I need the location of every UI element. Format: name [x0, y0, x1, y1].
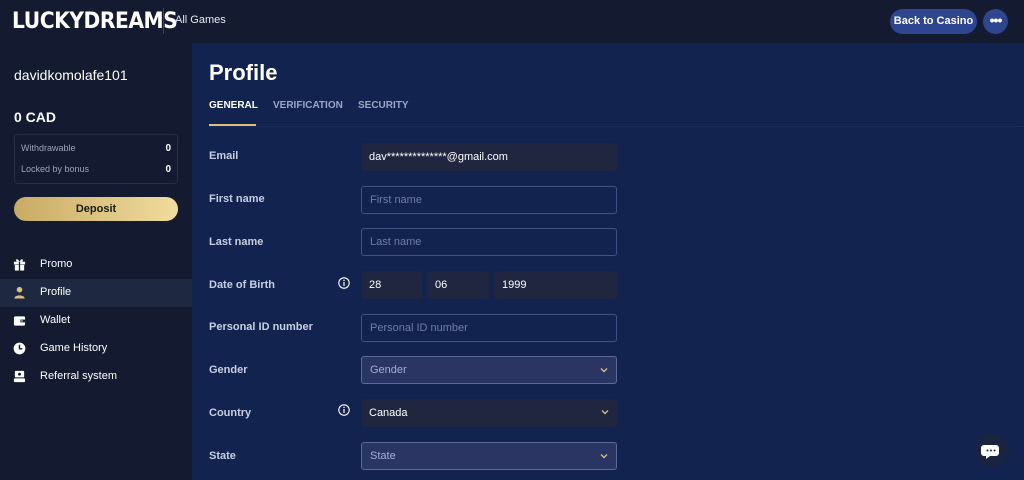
tab-security[interactable]: SECURITY — [358, 100, 409, 111]
first-name-label: First name — [209, 193, 265, 205]
dob-label: Date of Birth — [209, 279, 275, 291]
wallet-icon — [13, 316, 26, 326]
deposit-button[interactable]: Deposit — [14, 197, 178, 221]
dob-day-field[interactable]: 28 — [361, 271, 422, 299]
gift-icon — [13, 259, 26, 271]
sidebar-item-label: Wallet — [40, 314, 71, 326]
tabs-divider — [209, 126, 1023, 127]
top-bar: LUCKYDREAMS All Games Back to Casino ••• — [0, 0, 1024, 43]
sidebar-item-label: Referral system — [40, 370, 118, 382]
locked-row: Locked by bonus 0 — [21, 164, 171, 182]
balance-details: Withdrawable 0 Locked by bonus 0 — [14, 134, 178, 184]
sidebar-item-label: Promo — [40, 258, 73, 270]
balance: 0 CAD — [14, 109, 57, 125]
sidebar: davidkomolafe101 0 CAD Withdrawable 0 Lo… — [0, 43, 192, 480]
last-name-field[interactable]: Last name — [361, 228, 617, 256]
withdrawable-label: Withdrawable — [21, 143, 76, 153]
sidebar-item-label: Profile — [40, 286, 72, 298]
gender-select[interactable]: Gender — [361, 356, 617, 384]
chevron-down-icon — [601, 410, 609, 415]
sidebar-item-game-history[interactable]: Game History — [0, 335, 192, 363]
sidebar-item-label: Game History — [40, 342, 108, 354]
withdrawable-value: 0 — [165, 143, 171, 154]
personal-id-label: Personal ID number — [209, 321, 313, 333]
state-select[interactable]: State — [361, 442, 617, 470]
chevron-down-icon — [600, 454, 608, 459]
info-icon[interactable] — [338, 277, 350, 289]
sidebar-item-referral-system[interactable]: Referral system — [0, 363, 192, 391]
personal-id-field[interactable]: Personal ID number — [361, 314, 617, 342]
email-field[interactable]: dav**************@gmail.com — [361, 143, 617, 171]
tab-verification[interactable]: VERIFICATION — [273, 100, 343, 111]
last-name-label: Last name — [209, 236, 264, 248]
all-games-link[interactable]: All Games — [175, 14, 226, 26]
country-select-value: Canada — [369, 407, 408, 419]
sidebar-item-promo[interactable]: Promo — [0, 251, 192, 279]
sidebar-nav: Promo Profile Wallet Game History Referr… — [0, 251, 192, 391]
logo[interactable]: LUCKYDREAMS — [12, 9, 178, 35]
country-select[interactable]: Canada — [361, 399, 617, 427]
clock-icon — [13, 342, 26, 355]
main-content: Profile GENERAL VERIFICATION SECURITY Em… — [192, 43, 1024, 480]
divider — [163, 8, 164, 34]
referral-icon — [13, 370, 26, 383]
chat-support-button[interactable] — [975, 433, 1009, 467]
tab-general[interactable]: GENERAL — [209, 100, 258, 111]
email-label: Email — [209, 150, 239, 162]
back-to-casino-button[interactable]: Back to Casino — [890, 9, 977, 34]
info-icon[interactable] — [338, 404, 350, 416]
page-title: Profile — [209, 60, 278, 85]
gender-select-value: Gender — [370, 364, 407, 376]
chevron-down-icon — [600, 368, 608, 373]
username: davidkomolafe101 — [14, 67, 128, 83]
sidebar-item-profile[interactable]: Profile — [0, 279, 192, 307]
sidebar-item-wallet[interactable]: Wallet — [0, 307, 192, 335]
chat-icon — [981, 445, 999, 459]
more-options-button[interactable]: ••• — [983, 9, 1008, 34]
dob-month-field[interactable]: 06 — [427, 271, 489, 299]
dob-year-field[interactable]: 1999 — [494, 271, 617, 299]
locked-label: Locked by bonus — [21, 164, 90, 174]
first-name-field[interactable]: First name — [361, 186, 617, 214]
locked-value: 0 — [165, 164, 171, 175]
state-select-value: State — [370, 450, 396, 462]
gender-label: Gender — [209, 364, 248, 376]
country-label: Country — [209, 407, 252, 419]
user-icon — [14, 286, 25, 299]
state-label: State — [209, 450, 236, 462]
withdrawable-row: Withdrawable 0 — [21, 143, 171, 161]
